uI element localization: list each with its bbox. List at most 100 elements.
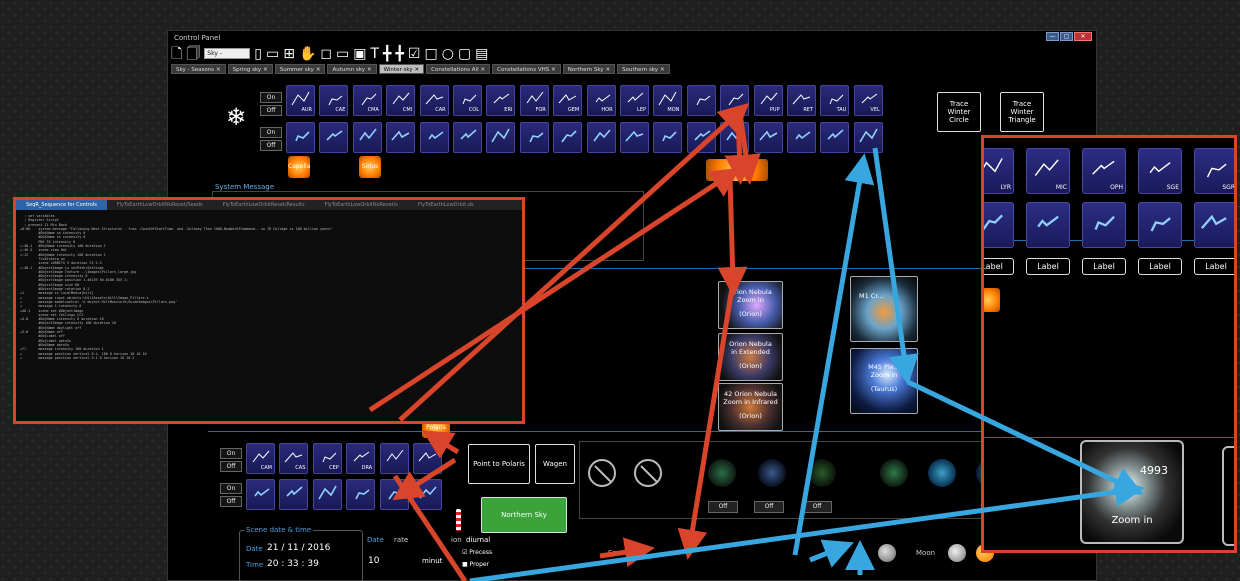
precess-checkbox[interactable]: ☑ Precess [462, 549, 492, 556]
constellation-tile-cae[interactable]: CAE [319, 85, 349, 116]
text-tool-icon[interactable]: T [370, 47, 379, 61]
green-sphere-icon[interactable] [708, 459, 736, 487]
m1-crab-nebula-button[interactable]: M1 Cr... [850, 276, 918, 342]
no-labels-icon[interactable] [634, 459, 662, 487]
tab-6[interactable]: Constellations VHS ✕ [492, 64, 561, 74]
orion-nebula-zoom-button[interactable]: Orion Nebula Zoom in (Orion) [718, 281, 783, 329]
point-to-polaris-button[interactable]: Point to Polaris [468, 444, 530, 484]
winter-on-button-2[interactable]: On [260, 127, 282, 138]
constellation-tile-pup[interactable]: PUP [753, 85, 783, 116]
inset-constellation-figure-tile[interactable] [1082, 202, 1126, 248]
blue-sphere-icon[interactable] [758, 459, 786, 487]
galaxy-sphere-icon[interactable] [880, 459, 908, 487]
constellation-tile-cmi[interactable]: CMI [386, 85, 416, 116]
constellation-figure-tile-cma[interactable] [352, 122, 382, 153]
constellation-tile-col[interactable]: COL [453, 85, 482, 116]
script-tab-1[interactable]: FlyToEarthLowOrbitNoReset/Seeds [107, 200, 213, 210]
orange-star-button[interactable] [984, 288, 1000, 312]
cyan-sphere-icon[interactable] [928, 459, 956, 487]
script-code-text[interactable]: ; set variables ; Register Script ; prev… [16, 210, 522, 364]
inset-constellation-tile-mic[interactable]: MIC [1026, 148, 1070, 194]
tab-close-icon[interactable]: ✕ [365, 67, 372, 73]
constellation-figure-tile-tau[interactable] [820, 122, 850, 153]
constellation-figure-tile-cmi[interactable] [386, 122, 416, 153]
northern-off-button-1[interactable]: Off [220, 461, 242, 472]
constellation-figure-tile-hor[interactable] [586, 122, 616, 153]
north-constellation-figure-tile-cas[interactable] [279, 479, 309, 510]
northern-on-button-1[interactable]: On [220, 448, 242, 459]
constellation-figure-tile-cae[interactable] [319, 122, 349, 153]
panel-tool-icon[interactable]: ▤ [475, 47, 488, 61]
page-icon[interactable]: ▯ [254, 47, 262, 61]
full-moon-icon[interactable] [948, 544, 966, 562]
motion-value[interactable]: diurnal [466, 536, 490, 544]
constellation-tile-gem[interactable]: GEM [553, 85, 583, 116]
trace-winter-triangle-button[interactable]: Trace Winter Triangle [1000, 92, 1044, 132]
script-tab-4[interactable]: FlyToEarthLowOrbit.ds [408, 200, 484, 210]
close-button[interactable]: ✕ [1074, 32, 1092, 41]
tab-close-icon[interactable]: ✕ [214, 67, 221, 73]
inset-constellation-tile-sgr[interactable]: SGR [1194, 148, 1234, 194]
filter-off-button-2[interactable]: Off [754, 501, 784, 513]
tab-close-icon[interactable]: ✕ [479, 67, 486, 73]
filter-off-button-1[interactable]: Off [708, 501, 738, 513]
tab-close-icon[interactable]: ✕ [549, 67, 556, 73]
constellation-figure-tile-col[interactable] [453, 122, 482, 153]
tab-1[interactable]: Spring sky ✕ [227, 64, 273, 74]
winter-off-button-2[interactable]: Off [260, 140, 282, 151]
capella-star-button[interactable]: Capella [288, 156, 310, 178]
copy-document-icon[interactable]: 🗍 [186, 47, 200, 61]
no-stars-icon[interactable] [588, 459, 616, 487]
constellation-figure-tile-eri[interactable] [486, 122, 516, 153]
grid-icon[interactable]: ⊞ [283, 47, 295, 61]
constellation-tile-vel[interactable]: VEL [853, 85, 883, 116]
scene-time-value[interactable]: 20 : 33 : 39 [267, 559, 319, 569]
northern-sky-button[interactable]: Northern Sky [481, 497, 567, 533]
constellation-figure-tile-aur[interactable] [286, 122, 315, 153]
script-tab-0[interactable]: SeqR_Sequence for Controls [16, 200, 107, 210]
image-tool-icon[interactable]: ▣ [353, 47, 366, 61]
script-tab-2[interactable]: FlyToEarthLowOrbitReset/Results [213, 200, 315, 210]
maximize-button[interactable]: ▢ [1060, 32, 1073, 41]
tab-4[interactable]: Winter sky ✕ [378, 64, 425, 74]
inset-constellation-figure-tile[interactable] [984, 202, 1014, 248]
constellation-tile-ret[interactable]: RET [787, 85, 816, 116]
rate-unit[interactable]: minut [422, 557, 442, 565]
filter-off-button-3[interactable]: Off [802, 501, 832, 513]
constellation-tile-eri[interactable]: ERI [486, 85, 516, 116]
preset-select[interactable]: Sky - Seasons [204, 48, 251, 66]
constellation-figure-tile-ret[interactable] [787, 122, 816, 153]
orion-nebula-infrared-button[interactable]: 42 Orion Nebula Zoom in Infrared (Orion) [718, 383, 783, 431]
northern-on-button-2[interactable]: On [220, 483, 242, 494]
scene-date-value[interactable]: 21 / 11 / 2016 [267, 543, 330, 553]
constellation-tile-hor[interactable]: HOR [586, 85, 616, 116]
inset-constellation-figure-tile[interactable] [1138, 202, 1182, 248]
north-constellation-tile-cep[interactable]: CEP [312, 443, 342, 474]
inset-constellation-figure-tile[interactable] [1194, 202, 1234, 248]
label-toggle-button[interactable]: Label [1082, 258, 1126, 275]
tab-2[interactable]: Summer sky ✕ [274, 64, 326, 74]
north-constellation-tile-dra[interactable]: DRA [346, 443, 376, 474]
constellation-tile-car[interactable]: CAR [419, 85, 449, 116]
rate-value[interactable]: 10 [368, 556, 379, 566]
tab-3[interactable]: Autumn sky ✕ [327, 64, 377, 74]
constellation-figure-tile-car[interactable] [419, 122, 449, 153]
tab-close-icon[interactable]: ✕ [261, 67, 268, 73]
inset-constellation-tile-lyr[interactable]: LYR [984, 148, 1014, 194]
constellation-tile-lep[interactable]: LEP [620, 85, 649, 116]
constellation-tile-mon[interactable]: MON [653, 85, 683, 116]
constellation-tile-cma[interactable]: CMA [352, 85, 382, 116]
inset-constellation-tile-sge[interactable]: SGE [1138, 148, 1182, 194]
rounded-rect-tool-icon[interactable]: ▢ [458, 47, 471, 61]
orion-star-button[interactable] [706, 159, 768, 181]
dark-green-sphere-icon[interactable] [808, 459, 836, 487]
north-constellation-figure-tile-unnamed[interactable] [379, 479, 409, 510]
constellation-figure-tile-lep[interactable] [620, 122, 649, 153]
next-dso-button[interactable] [1222, 446, 1234, 546]
north-constellation-tile-unnamed[interactable] [379, 443, 409, 474]
script-tab-3[interactable]: FlyToEarthLowOrbitNoReset/s [315, 200, 408, 210]
galaxy-zoom-button[interactable]: 4993 Zoom in [1080, 440, 1184, 544]
inset-constellation-figure-tile[interactable] [1026, 202, 1070, 248]
slider2-tool-icon[interactable]: ╋ [395, 47, 403, 61]
tab-close-icon[interactable]: ✕ [658, 67, 665, 73]
